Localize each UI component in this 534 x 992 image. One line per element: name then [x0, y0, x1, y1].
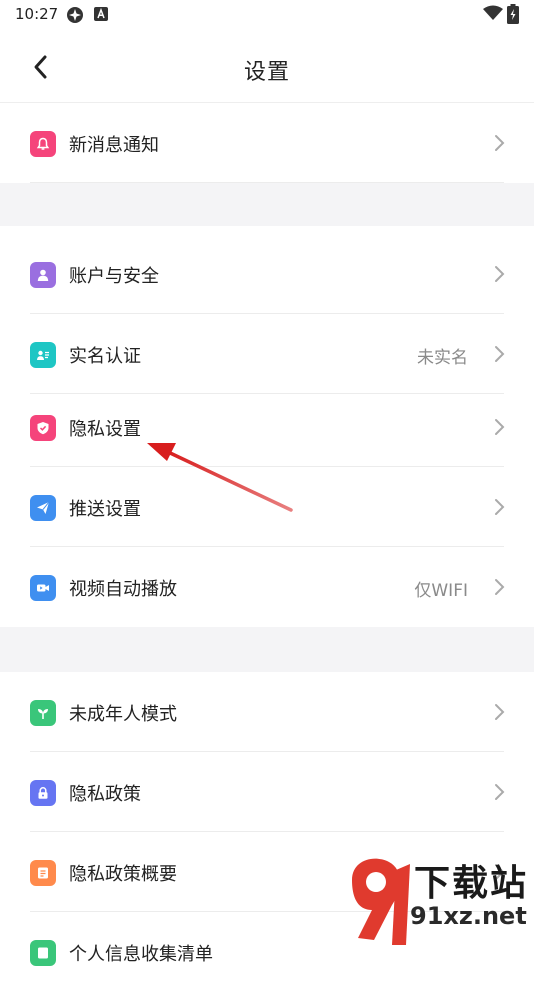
- chevron-right-icon: [494, 265, 506, 283]
- watermark: 下载站 91xz.net: [344, 850, 534, 950]
- status-bar: 10:27: [0, 0, 534, 30]
- battery-icon: [507, 4, 519, 28]
- sprout-icon: [30, 700, 56, 726]
- chevron-right-icon: [494, 134, 506, 152]
- row-label: 新消息通知: [69, 135, 159, 156]
- settings-group-notifications: 新消息通知: [0, 103, 534, 183]
- send-icon: [30, 495, 56, 521]
- chevron-right-icon: [494, 418, 506, 436]
- row-minor-mode[interactable]: 未成年人模式: [0, 672, 534, 752]
- id-card-icon: [30, 342, 56, 368]
- row-value: 仅WIFI: [414, 581, 468, 601]
- page-title: 设置: [243, 60, 290, 85]
- watermark-logo: [352, 858, 410, 945]
- chevron-right-icon: [494, 345, 506, 363]
- shield-icon: [30, 415, 56, 441]
- header: 设置: [0, 30, 534, 103]
- row-privacy-policy[interactable]: 隐私政策: [0, 752, 534, 832]
- row-new-message-notify[interactable]: 新消息通知: [0, 103, 534, 183]
- section-gap: [0, 627, 534, 672]
- bell-icon: [30, 131, 56, 157]
- row-label: 账户与安全: [69, 266, 159, 287]
- document-icon: [30, 860, 56, 886]
- a-notification-icon: [94, 6, 108, 25]
- row-label: 未成年人模式: [69, 704, 177, 725]
- row-video-autoplay[interactable]: 视频自动播放 仅WIFI: [0, 547, 534, 627]
- row-label: 隐私政策: [69, 784, 141, 805]
- status-time: 10:27: [15, 5, 59, 23]
- row-value: 未实名: [417, 348, 468, 368]
- video-camera-icon: [30, 575, 56, 601]
- watermark-site-name: 下载站: [414, 863, 529, 904]
- row-push-settings[interactable]: 推送设置: [0, 467, 534, 547]
- row-label: 视频自动播放: [69, 579, 177, 600]
- row-account-security[interactable]: 账户与安全: [0, 234, 534, 314]
- section-gap: [0, 183, 534, 226]
- user-icon: [30, 262, 56, 288]
- watermark-url: 91xz.net: [410, 902, 527, 930]
- list-icon: [30, 940, 56, 966]
- lock-icon: [30, 780, 56, 806]
- row-label: 推送设置: [69, 499, 141, 520]
- wifi-icon: [483, 5, 503, 25]
- chevron-right-icon: [494, 783, 506, 801]
- row-label: 隐私政策概要: [69, 864, 177, 885]
- row-label: 隐私设置: [69, 419, 141, 440]
- row-privacy-settings[interactable]: 隐私设置: [0, 387, 534, 467]
- row-label: 个人信息收集清单: [69, 944, 213, 965]
- settings-group-account: 账户与安全 实名认证 未实名 隐私设置 推送设置 视频自动播放 仅WIFI: [0, 226, 534, 626]
- chevron-right-icon: [494, 578, 506, 596]
- chevron-right-icon: [494, 703, 506, 721]
- row-real-name-verify[interactable]: 实名认证 未实名: [0, 314, 534, 394]
- chevron-right-icon: [494, 498, 506, 516]
- app-notification-icon: [66, 6, 84, 28]
- row-label: 实名认证: [69, 346, 141, 367]
